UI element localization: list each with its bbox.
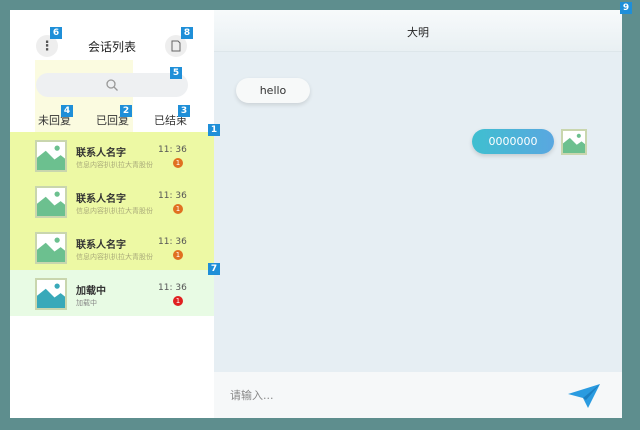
avatar (35, 186, 67, 218)
image-placeholder-icon (37, 142, 65, 170)
contact-name: 加载中 (76, 286, 106, 297)
chat-title: 大明 (407, 26, 429, 39)
annotation-marker: 3 (178, 105, 190, 117)
message-preview: 信息内容扒扒拉大青股份 (76, 161, 153, 169)
message-time: 11: 36 (158, 145, 187, 155)
message-input[interactable] (230, 384, 530, 406)
search-icon (106, 79, 118, 91)
image-placeholder-icon (563, 131, 585, 153)
conversation-item[interactable]: 联系人名字 信息内容扒扒拉大青股份 11: 36 1 (10, 224, 214, 270)
annotation-marker: 8 (181, 27, 193, 39)
message-text: hello (259, 84, 287, 97)
message-time: 11: 36 (158, 237, 187, 247)
chat-header: 大明 (214, 10, 622, 52)
annotation-marker: 9 (620, 2, 632, 14)
unread-badge: 1 (173, 250, 183, 260)
annotation-marker: 2 (120, 105, 132, 117)
app-window: ⋮ 会话列表 未回复 已回复 已结束 联系人名字 信息内容扒扒拉大青股份 11:… (10, 10, 622, 418)
search-box[interactable] (36, 73, 188, 97)
message-text: 0000000 (488, 135, 538, 148)
conversation-item[interactable]: 联系人名字 信息内容扒扒拉大青股份 11: 36 1 (10, 132, 214, 178)
unread-badge: 1 (173, 296, 183, 306)
message-preview: 信息内容扒扒拉大青股份 (76, 253, 153, 261)
contact-name: 联系人名字 (76, 240, 126, 251)
conversation-sidebar: ⋮ 会话列表 未回复 已回复 已结束 联系人名字 信息内容扒扒拉大青股份 11:… (10, 10, 220, 418)
message-time: 11: 36 (158, 283, 187, 293)
received-message: hello (236, 78, 310, 103)
document-icon (171, 40, 181, 52)
annotation-marker: 4 (61, 105, 73, 117)
avatar (561, 129, 587, 155)
message-time: 11: 36 (158, 191, 187, 201)
avatar (35, 140, 67, 172)
contact-name: 联系人名字 (76, 194, 126, 205)
conversation-list: 联系人名字 信息内容扒扒拉大青股份 11: 36 1 联系人名字 信息内容扒扒拉… (10, 132, 214, 270)
avatar (35, 232, 67, 264)
input-bar (214, 372, 622, 418)
message-preview: 信息内容扒扒拉大青股份 (76, 207, 153, 215)
image-placeholder-icon (37, 188, 65, 216)
message-preview: 加载中 (76, 299, 97, 307)
annotation-marker: 6 (50, 27, 62, 39)
loading-item[interactable]: 加载中 加载中 11: 36 1 (10, 270, 214, 316)
unread-badge: 1 (173, 204, 183, 214)
image-placeholder-icon (37, 280, 65, 308)
send-icon (568, 384, 600, 408)
annotation-marker: 5 (170, 67, 182, 79)
sent-message: 0000000 (472, 129, 554, 154)
annotation-marker: 1 (208, 124, 220, 136)
chat-panel: 大明 hello 0000000 (214, 10, 622, 418)
send-button[interactable] (566, 382, 602, 410)
annotation-marker: 7 (208, 263, 220, 275)
avatar (35, 278, 67, 310)
contact-name: 联系人名字 (76, 148, 126, 159)
unread-badge: 1 (173, 158, 183, 168)
conversation-item[interactable]: 联系人名字 信息内容扒扒拉大青股份 11: 36 1 (10, 178, 214, 224)
image-placeholder-icon (37, 234, 65, 262)
